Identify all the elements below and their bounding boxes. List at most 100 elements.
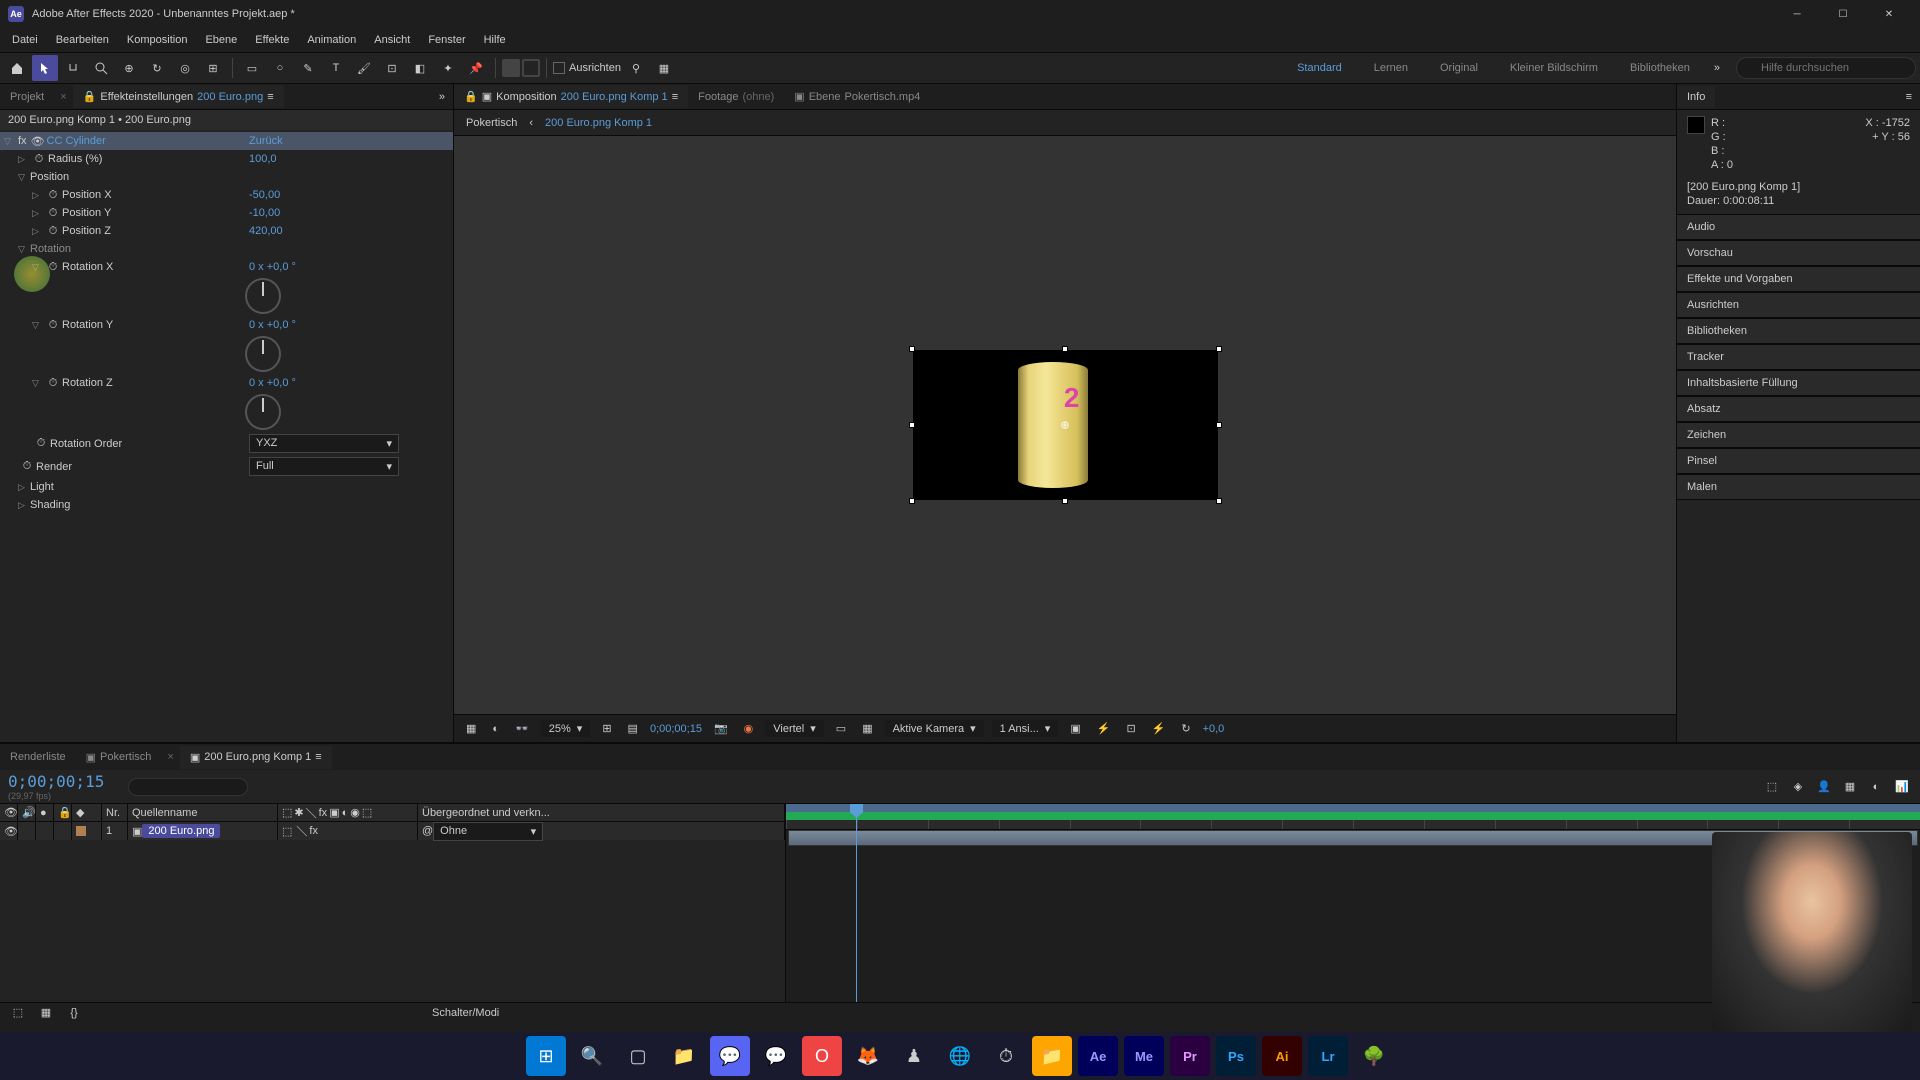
tab-close-project[interactable]: × — [54, 91, 72, 103]
puppet-tool[interactable]: 📌 — [463, 55, 489, 81]
handle-mr[interactable] — [1216, 422, 1222, 428]
taskbar-explorer[interactable]: 📁 — [664, 1036, 704, 1076]
handle-ml[interactable] — [909, 422, 915, 428]
taskbar-whatsapp[interactable]: 💬 — [756, 1036, 796, 1076]
twirl-rotation[interactable]: ▽ — [18, 244, 30, 255]
twirl-posx[interactable]: ▷ — [32, 190, 44, 201]
taskbar-lr[interactable]: Lr — [1308, 1036, 1348, 1076]
draft-icon[interactable]: ⚡ — [1093, 720, 1115, 737]
menu-hilfe[interactable]: Hilfe — [476, 31, 514, 49]
rotz-dial[interactable] — [245, 394, 281, 430]
taskbar-app6[interactable]: 📁 — [1032, 1036, 1072, 1076]
col-eye[interactable]: 👁 — [0, 804, 18, 821]
3d-icon[interactable]: ▣ — [1066, 720, 1084, 737]
posy-value[interactable]: -10,00 — [249, 207, 449, 219]
handle-tc[interactable] — [1062, 346, 1068, 352]
twirl-light[interactable]: ▷ — [18, 482, 30, 493]
tab-info[interactable]: Info — [1677, 86, 1715, 108]
grid-icon[interactable]: ▤ — [624, 720, 642, 737]
menu-komposition[interactable]: Komposition — [119, 31, 196, 49]
motion-blur-icon[interactable]: ◐ — [1866, 777, 1886, 797]
taskbar-app5[interactable]: ⏱ — [986, 1036, 1026, 1076]
render-dropdown[interactable]: Full ▾ — [249, 457, 399, 476]
brush-tool[interactable]: 🖌 — [351, 55, 377, 81]
roty-value[interactable]: 0 x +0,0 ° — [249, 319, 449, 331]
fx-icon[interactable]: fx — [18, 135, 27, 147]
composition-viewer[interactable]: ⊕ — [454, 136, 1676, 714]
taskbar-app3[interactable]: ♟ — [894, 1036, 934, 1076]
roty-dial[interactable] — [245, 336, 281, 372]
effect-reset[interactable]: Zurück — [249, 135, 449, 147]
camera-tool[interactable]: ◎ — [172, 55, 198, 81]
rotorder-dropdown[interactable]: YXZ ▾ — [249, 434, 399, 453]
workspace-standard[interactable]: Standard — [1289, 58, 1350, 78]
workspace-original[interactable]: Original — [1432, 58, 1486, 78]
section-effekte[interactable]: Effekte und Vorgaben — [1677, 266, 1920, 292]
col-lock[interactable]: 🔒 — [54, 804, 72, 821]
panel-overflow[interactable]: » — [431, 91, 453, 103]
clone-tool[interactable]: ⊡ — [379, 55, 405, 81]
section-bibliotheken[interactable]: Bibliotheken — [1677, 318, 1920, 344]
pickwhip-icon[interactable]: @ — [422, 825, 433, 837]
tab-layer[interactable]: ▣ Ebene Pokertisch.mp4 — [784, 85, 930, 108]
taskbar-me[interactable]: Me — [1124, 1036, 1164, 1076]
taskbar-firefox[interactable]: 🦊 — [848, 1036, 888, 1076]
menu-bearbeiten[interactable]: Bearbeiten — [48, 31, 117, 49]
twirl-shading[interactable]: ▷ — [18, 500, 30, 511]
menu-fenster[interactable]: Fenster — [420, 31, 473, 49]
taskbar-app7[interactable]: 🌳 — [1354, 1036, 1394, 1076]
hide-shy-icon[interactable]: 👤 — [1814, 777, 1834, 797]
tab-renderlist[interactable]: Renderliste — [0, 746, 76, 768]
work-area-bar[interactable] — [786, 812, 1920, 820]
parent-dropdown[interactable]: Ohne ▾ — [433, 822, 543, 841]
transparency-icon[interactable]: ▦ — [858, 720, 876, 737]
home-tool[interactable] — [4, 55, 30, 81]
radius-value[interactable]: 100,0 — [249, 153, 449, 165]
frame-blend-icon[interactable]: ▦ — [1840, 777, 1860, 797]
workspace-kleiner[interactable]: Kleiner Bildschirm — [1502, 58, 1606, 78]
col-solo[interactable]: ● — [36, 804, 54, 821]
zoom-dropdown[interactable]: 25% ▾ — [541, 720, 591, 737]
handle-tr[interactable] — [1216, 346, 1222, 352]
taskbar-ps[interactable]: Ps — [1216, 1036, 1256, 1076]
taskbar-app2[interactable]: O — [802, 1036, 842, 1076]
rect-tool[interactable]: ▭ — [239, 55, 265, 81]
timeline-search-input[interactable] — [128, 778, 248, 796]
rotx-value[interactable]: 0 x +0,0 ° — [249, 261, 449, 273]
safe-zones-icon[interactable]: ⊞ — [598, 720, 615, 737]
handle-br[interactable] — [1216, 498, 1222, 504]
layer-switches[interactable]: ⬚＼fx — [278, 822, 418, 840]
stopwatch-roty[interactable]: ⏱ — [46, 318, 60, 332]
pan-behind-tool[interactable]: ⊞ — [200, 55, 226, 81]
stopwatch-render[interactable]: ⏱ — [20, 460, 34, 474]
anchor-point-icon[interactable]: ⊕ — [1060, 419, 1069, 432]
fill-swatch[interactable] — [502, 59, 520, 77]
workspace-lernen[interactable]: Lernen — [1366, 58, 1416, 78]
taskbar-search[interactable]: 🔍 — [572, 1036, 612, 1076]
resolution-dropdown[interactable]: Viertel ▾ — [765, 720, 824, 737]
footer-label[interactable]: Schalter/Modi — [432, 1007, 499, 1019]
minimize-button[interactable]: ─ — [1774, 0, 1820, 28]
section-tracker[interactable]: Tracker — [1677, 344, 1920, 370]
snapshot-icon[interactable]: 📷 — [710, 720, 732, 737]
panel-menu-icon[interactable]: ≡ — [315, 751, 321, 763]
section-pinsel[interactable]: Pinsel — [1677, 448, 1920, 474]
twirl-effect[interactable]: ▽ — [4, 136, 16, 147]
col-label[interactable]: ◆ — [72, 804, 102, 821]
views-dropdown[interactable]: 1 Ansi... ▾ — [992, 720, 1059, 737]
eye-icon[interactable]: 👁 — [31, 135, 45, 148]
close-button[interactable]: ✕ — [1866, 0, 1912, 28]
rotx-dial[interactable] — [245, 278, 281, 314]
type-tool[interactable]: T — [323, 55, 349, 81]
layer-name[interactable]: 200 Euro.png — [142, 824, 220, 838]
section-malen[interactable]: Malen — [1677, 474, 1920, 500]
layer-color[interactable] — [76, 826, 86, 836]
stopwatch-posx[interactable]: ⏱ — [46, 188, 60, 202]
navigator-handle[interactable] — [786, 804, 1920, 812]
hand-tool[interactable] — [60, 55, 86, 81]
viewer-timecode[interactable]: 0;00;00;15 — [650, 723, 702, 735]
eraser-tool[interactable]: ◧ — [407, 55, 433, 81]
stroke-swatch[interactable] — [522, 59, 540, 77]
comp-flowchart-icon[interactable]: ⬚ — [1762, 777, 1782, 797]
tab-effect-controls[interactable]: 🔒 Effekteinstellungen 200 Euro.png ≡ — [73, 85, 284, 108]
